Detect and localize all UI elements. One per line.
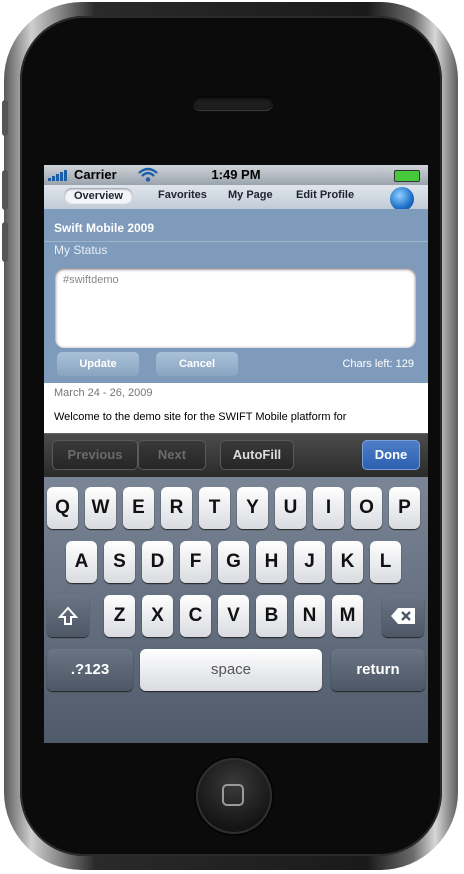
backspace-icon [391,608,415,624]
tab-edit-profile[interactable]: Edit Profile [296,189,354,201]
home-button[interactable] [196,758,272,834]
key-l[interactable]: L [370,541,401,583]
key-e[interactable]: E [123,487,154,529]
event-dates: March 24 - 26, 2009 [54,387,153,399]
key-v[interactable]: V [218,595,249,637]
key-m[interactable]: M [332,595,363,637]
shift-icon [57,606,79,625]
key-d[interactable]: D [142,541,173,583]
divider [44,241,428,242]
autofill-button[interactable]: AutoFill [220,440,294,470]
key-s[interactable]: S [104,541,135,583]
globe-icon[interactable] [390,187,414,211]
key-b[interactable]: B [256,595,287,637]
key-w[interactable]: W [85,487,116,529]
keyboard: Q W E R T Y U I O P A S D F G H J K L Z … [44,477,428,743]
key-r[interactable]: R [161,487,192,529]
tab-my-page[interactable]: My Page [228,189,273,201]
home-square-icon [222,784,244,806]
tab-overview[interactable]: Overview [64,188,133,204]
form-accessory-bar: Previous Next AutoFill Done [44,433,428,478]
site-title: Swift Mobile 2009 [54,221,155,235]
page-content: Swift Mobile 2009 My Status #swiftdemo U… [44,209,428,433]
key-t[interactable]: T [199,487,230,529]
welcome-text: Welcome to the demo site for the SWIFT M… [54,411,347,423]
status-textarea[interactable]: #swiftdemo [55,268,416,348]
previous-button[interactable]: Previous [52,440,138,470]
shift-key[interactable] [47,595,89,637]
cancel-button[interactable]: Cancel [156,352,238,376]
tab-favorites[interactable]: Favorites [158,189,207,201]
intro-section: March 24 - 26, 2009 Welcome to the demo … [44,383,428,433]
battery-icon [394,170,420,182]
return-key[interactable]: return [331,649,425,691]
key-k[interactable]: K [332,541,363,583]
next-button[interactable]: Next [138,440,206,470]
key-z[interactable]: Z [104,595,135,637]
update-button[interactable]: Update [57,352,139,376]
phone-screen: Carrier 1:49 PM Overview Favorites My Pa… [44,165,428,743]
backspace-key[interactable] [382,595,424,637]
chars-left-counter: Chars left: 129 [342,358,414,370]
numbers-key[interactable]: .?123 [47,649,133,691]
earpiece-speaker [193,96,273,110]
status-bar: Carrier 1:49 PM [44,165,428,185]
key-p[interactable]: P [389,487,420,529]
key-i[interactable]: I [313,487,344,529]
key-g[interactable]: G [218,541,249,583]
status-heading: My Status [54,243,108,257]
key-y[interactable]: Y [237,487,268,529]
space-key[interactable]: space [140,649,322,691]
status-textarea-value: #swiftdemo [63,274,119,286]
volume-down-button [2,222,8,262]
tab-bar: Overview Favorites My Page Edit Profile [44,185,428,211]
key-n[interactable]: N [294,595,325,637]
key-j[interactable]: J [294,541,325,583]
done-button[interactable]: Done [362,440,420,470]
clock: 1:49 PM [211,167,261,182]
key-f[interactable]: F [180,541,211,583]
key-u[interactable]: U [275,487,306,529]
key-h[interactable]: H [256,541,287,583]
key-o[interactable]: O [351,487,382,529]
mute-switch [2,100,8,136]
key-q[interactable]: Q [47,487,78,529]
key-a[interactable]: A [66,541,97,583]
key-x[interactable]: X [142,595,173,637]
key-c[interactable]: C [180,595,211,637]
volume-up-button [2,170,8,210]
